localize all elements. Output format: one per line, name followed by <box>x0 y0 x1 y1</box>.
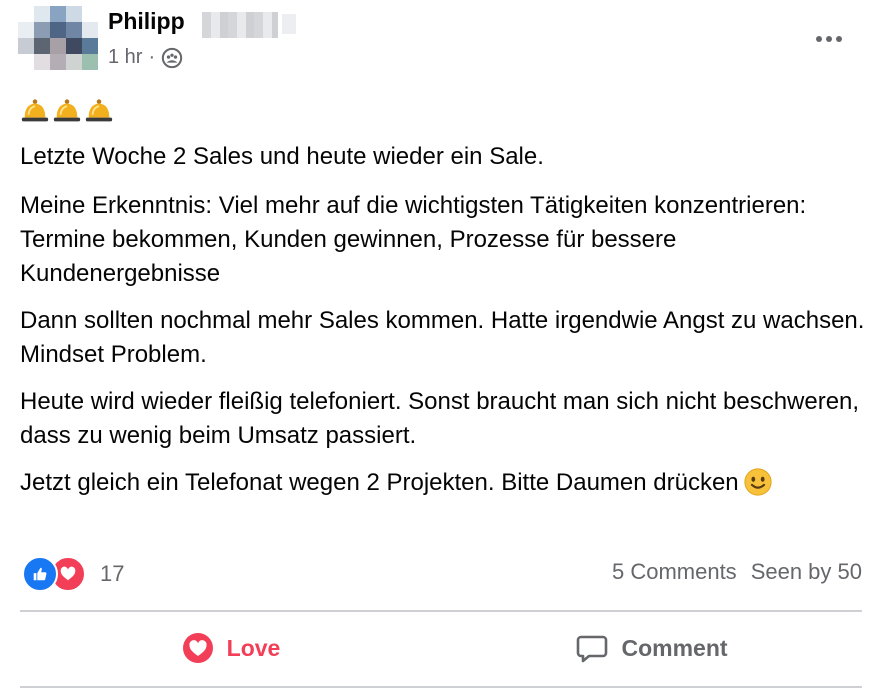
post-stats: 5 Comments Seen by 50 <box>612 559 862 585</box>
bell-icon <box>53 99 81 122</box>
smiling-face-icon <box>744 468 772 496</box>
group-icon[interactable] <box>161 47 183 69</box>
bell-icon <box>21 99 49 122</box>
reaction-summary[interactable]: 17 <box>22 556 124 592</box>
redacted-surname <box>202 12 278 38</box>
post-paragraph-text: Jetzt gleich ein Telefonat wegen 2 Proje… <box>20 469 739 496</box>
love-icon <box>182 633 213 663</box>
meta-separator: · <box>148 46 156 68</box>
redacted-surname-end <box>282 14 296 34</box>
post-paragraph-last: Jetzt gleich ein Telefonat wegen 2 Proje… <box>20 466 870 500</box>
post-paragraph: Meine Erkenntnis: Viel mehr auf die wich… <box>20 192 807 287</box>
comments-count-link[interactable]: 5 Comments <box>612 559 737 585</box>
author-name[interactable]: Philipp <box>108 8 185 35</box>
comment-icon <box>577 635 608 663</box>
avatar[interactable] <box>18 6 102 82</box>
love-button[interactable]: Love <box>20 612 441 684</box>
post-card: Philipp 1 hr · Letzte Woche 2 Sales und … <box>0 0 888 699</box>
more-options-button[interactable] <box>812 22 846 56</box>
timestamp[interactable]: 1 hr <box>108 46 142 69</box>
reaction-count[interactable]: 17 <box>100 561 124 587</box>
love-label: Love <box>226 634 281 661</box>
bell-emoji-row <box>20 96 114 126</box>
comment-label: Comment <box>621 634 728 661</box>
divider <box>20 686 862 688</box>
post-paragraph: Heute wird wieder fleißig telefoniert. S… <box>20 388 860 449</box>
post-meta: 1 hr · <box>108 46 183 69</box>
post-paragraph: Letzte Woche 2 Sales und heute wieder ei… <box>20 143 544 170</box>
post-paragraph: Dann sollten nochmal mehr Sales kommen. … <box>20 307 865 368</box>
seen-by-link[interactable]: Seen by 50 <box>751 559 862 585</box>
more-horizontal-icon <box>816 36 822 42</box>
comment-button[interactable]: Comment <box>441 612 862 684</box>
like-icon <box>22 556 58 592</box>
bell-icon <box>85 99 113 122</box>
action-bar: Love Comment <box>20 612 862 684</box>
